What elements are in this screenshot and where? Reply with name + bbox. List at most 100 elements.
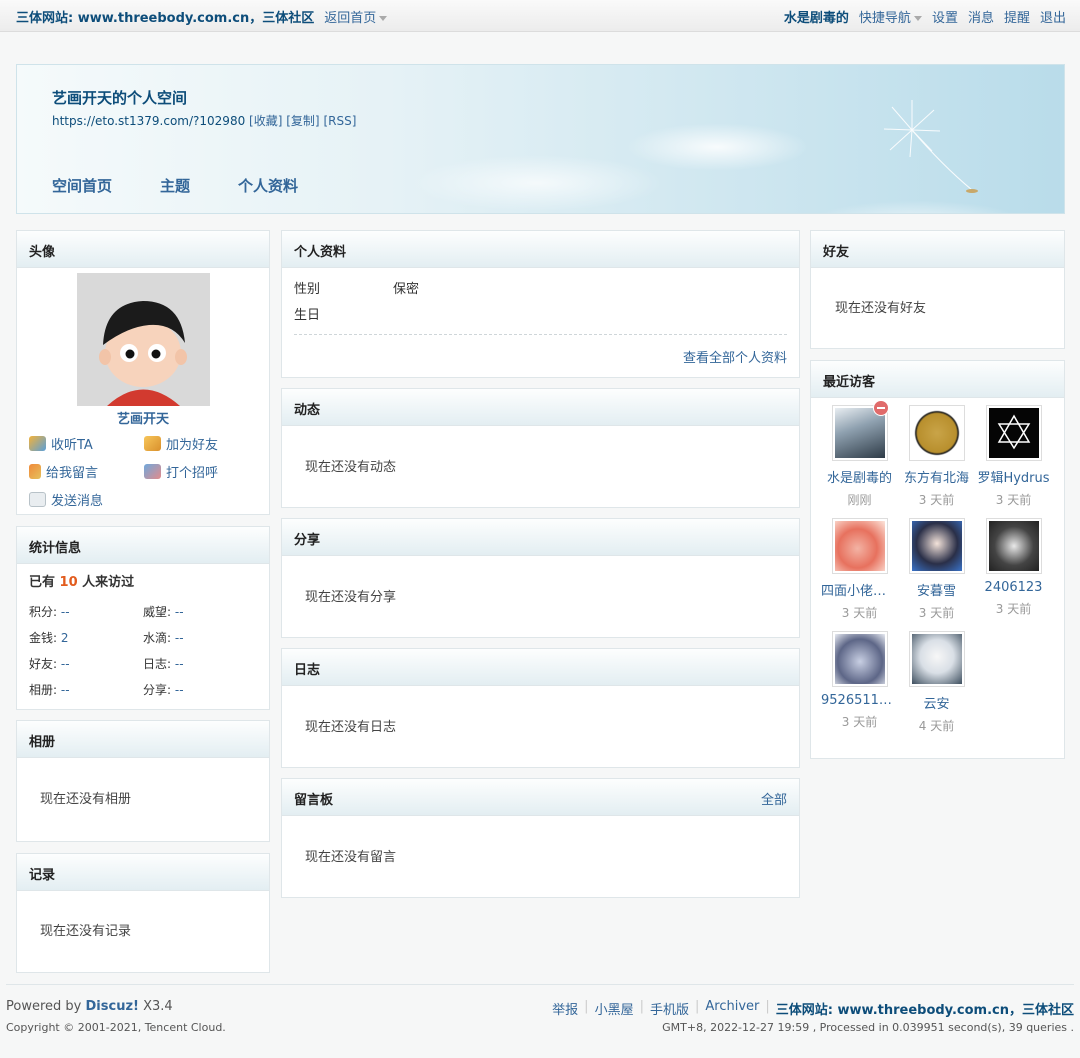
- visitor-time: 3 天前: [841, 606, 878, 620]
- visitor-name[interactable]: 安暮雪: [898, 580, 975, 599]
- report-link[interactable]: 举报: [552, 999, 578, 1018]
- wall-title: 留言板: [294, 793, 334, 808]
- profile-block: 个人资料 性别 保密 生日 查看全部个人资料: [281, 230, 800, 378]
- blog-empty-text: 现在还没有日志: [305, 720, 397, 735]
- site-link[interactable]: 三体网站: www.threebody.com.cn，三体社区: [16, 7, 314, 26]
- favorite-link[interactable]: [收藏]: [249, 114, 282, 128]
- visitor-time: 3 天前: [841, 715, 878, 729]
- view-all-profile-link[interactable]: 查看全部个人资料: [683, 347, 787, 366]
- pencil-icon: [29, 464, 41, 479]
- stat-value[interactable]: --: [175, 683, 184, 697]
- space-nav: 空间首页 主题 个人资料: [52, 175, 298, 196]
- visitor-item: 安暮雪 3 天前: [898, 518, 975, 621]
- stat-value[interactable]: --: [61, 605, 70, 619]
- stat-value[interactable]: 2: [61, 631, 69, 645]
- stat-prestige: 威望: --: [143, 603, 257, 620]
- stat-albums: 相册: --: [29, 681, 143, 698]
- visitor-time: 3 天前: [918, 493, 955, 507]
- visitor-name[interactable]: 罗辑Hydrus: [975, 467, 1052, 486]
- visit-count-line: 已有 10 人来访过: [29, 571, 134, 590]
- discuz-link[interactable]: Discuz!: [86, 999, 139, 1014]
- stats-grid: 积分: -- 威望: -- 金钱: 2 水滴: -- 好友: -- 日志: --…: [29, 603, 257, 698]
- visitor-avatar[interactable]: [985, 405, 1042, 461]
- visitor-name[interactable]: 四面小佬唱...: [821, 580, 898, 599]
- handshake-icon: [144, 436, 161, 451]
- rss-link[interactable]: [RSS]: [323, 114, 356, 128]
- blog-block: 日志 现在还没有日志: [281, 648, 800, 768]
- nav-space-home[interactable]: 空间首页: [52, 175, 112, 196]
- leave-message-button[interactable]: 给我留言: [29, 462, 144, 481]
- visitor-name[interactable]: 952651129...: [821, 693, 898, 708]
- nav-profile[interactable]: 个人资料: [238, 175, 298, 196]
- gender-row: 性别 保密: [294, 278, 419, 297]
- space-url-line: https://eto.st1379.com/?102980 [收藏] [复制]…: [52, 112, 356, 129]
- footer-site-link[interactable]: 三体网站: www.threebody.com.cn，三体社区: [776, 999, 1074, 1018]
- wall-all-link[interactable]: 全部: [761, 789, 787, 808]
- visitor-avatar[interactable]: [831, 518, 888, 574]
- space-url[interactable]: https://eto.st1379.com/?102980: [52, 114, 245, 128]
- stat-value[interactable]: --: [175, 605, 184, 619]
- remove-icon[interactable]: [873, 400, 889, 416]
- visitor-avatar[interactable]: [908, 518, 965, 574]
- visitor-avatar[interactable]: [908, 631, 965, 687]
- profile-actions: 收听TA 加为好友 给我留言 打个招呼 发送消息: [29, 434, 259, 509]
- stat-value[interactable]: --: [175, 631, 184, 645]
- gender-label: 性别: [294, 282, 321, 297]
- stat-value[interactable]: --: [61, 683, 70, 697]
- mobile-link[interactable]: 手机版: [650, 999, 689, 1018]
- visitor-item: 2406123 3 天前: [975, 518, 1052, 621]
- settings-link[interactable]: 设置: [932, 7, 958, 26]
- greet-button[interactable]: 打个招呼: [144, 462, 259, 481]
- logout-link[interactable]: 退出: [1040, 7, 1066, 26]
- stat-value[interactable]: --: [61, 657, 70, 671]
- space-header: 艺画开天的个人空间 https://eto.st1379.com/?102980…: [16, 64, 1065, 214]
- follow-button[interactable]: 收听TA: [29, 434, 144, 453]
- add-friend-button[interactable]: 加为好友: [144, 434, 259, 453]
- footer-links: 举报 | 小黑屋 | 手机版 | Archiver | 三体网站: www.threeb…: [552, 999, 1074, 1018]
- visitor-name[interactable]: 云安: [898, 693, 975, 712]
- top-bar: 三体网站: www.threebody.com.cn，三体社区 返回首页 水是剧…: [0, 0, 1080, 32]
- visitor-avatar[interactable]: [908, 405, 965, 461]
- send-message-label: 发送消息: [51, 494, 104, 509]
- visitor-time: 3 天前: [918, 606, 955, 620]
- messages-link[interactable]: 消息: [968, 7, 994, 26]
- visitor-item: 罗辑Hydrus 3 天前: [975, 405, 1052, 508]
- stat-value[interactable]: --: [175, 657, 184, 671]
- stat-label: 水滴:: [143, 631, 172, 645]
- record-empty-text: 现在还没有记录: [40, 924, 132, 939]
- share-block: 分享 现在还没有分享: [281, 518, 800, 638]
- back-home-link[interactable]: 返回首页: [324, 7, 388, 26]
- space-title: 艺画开天的个人空间: [52, 89, 188, 107]
- nav-threads[interactable]: 主题: [160, 175, 190, 196]
- record-block-title: 记录: [17, 854, 269, 891]
- stat-label: 威望:: [143, 605, 172, 619]
- visitor-name[interactable]: 水是剧毒的: [821, 467, 898, 486]
- archiver-link[interactable]: Archiver: [705, 999, 759, 1018]
- visitors-block-title: 最近访客: [811, 361, 1064, 398]
- share-empty-text: 现在还没有分享: [305, 590, 397, 605]
- separator: |: [765, 999, 770, 1014]
- record-block: 记录 现在还没有记录: [16, 853, 270, 973]
- current-user-link[interactable]: 水是剧毒的: [784, 7, 849, 26]
- separator: |: [639, 999, 644, 1014]
- quick-nav-menu[interactable]: 快捷导航: [859, 7, 922, 26]
- chevron-down-icon: [913, 16, 922, 21]
- visitor-time: 刚刚: [847, 493, 872, 507]
- profile-username[interactable]: 艺画开天: [17, 408, 269, 427]
- back-home-label: 返回首页: [324, 11, 377, 26]
- visitor-name[interactable]: 2406123: [975, 580, 1052, 595]
- send-message-button[interactable]: 发送消息: [29, 490, 144, 509]
- visitor-avatar[interactable]: [831, 631, 888, 687]
- visitor-time: 3 天前: [995, 602, 1032, 616]
- copy-link[interactable]: [复制]: [286, 114, 319, 128]
- avatar[interactable]: [77, 273, 210, 406]
- stat-credits: 积分: --: [29, 603, 143, 620]
- reminders-link[interactable]: 提醒: [1004, 7, 1030, 26]
- greet-icon: [144, 464, 161, 479]
- visitor-avatar[interactable]: [985, 518, 1042, 574]
- separator: |: [584, 999, 589, 1014]
- blacklist-link[interactable]: 小黑屋: [595, 999, 634, 1018]
- birthday-row: 生日: [294, 304, 393, 323]
- visitor-name[interactable]: 东方有北海: [898, 467, 975, 486]
- separator: |: [694, 999, 700, 1014]
